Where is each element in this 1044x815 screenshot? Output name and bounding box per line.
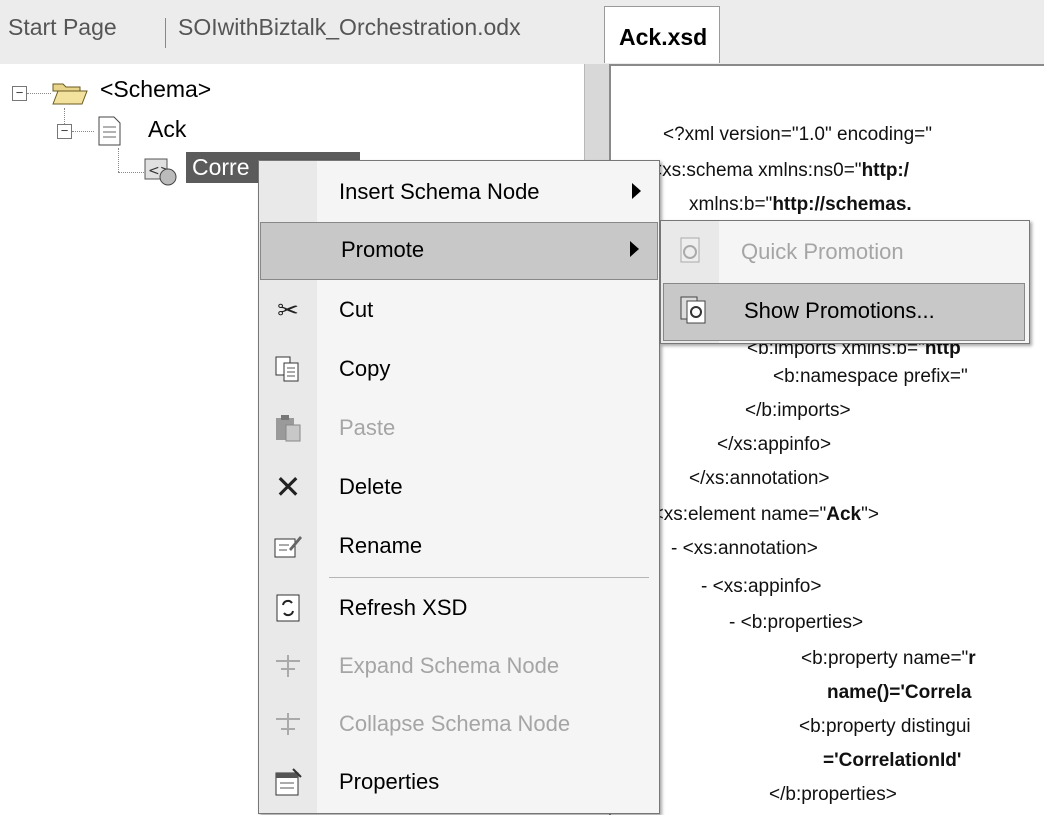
context-menu: Insert Schema Node Promote ✂ Cut Copy Pa… [258,160,660,814]
xml-line: <?xml version="1.0" encoding=" [663,124,932,145]
tree-line [118,148,119,172]
submenu-arrow-icon [630,241,639,257]
menu-item-promote[interactable]: Promote [260,222,658,280]
menu-item-show-promotions[interactable]: Show Promotions... [663,283,1025,341]
xml-line: ='CorrelationId' [823,750,962,771]
xml-line: xmlns:b="http://schemas. [689,194,912,215]
scissors-icon: ✂ [277,295,299,325]
xml-line: - <xs:appinfo> [701,576,822,597]
refresh-icon [273,593,303,623]
menu-item-quick-promotion[interactable]: Quick Promotion [661,225,1029,281]
collapse-icon[interactable]: − [12,86,27,101]
menu-item-cut[interactable]: ✂ Cut [259,283,659,339]
expand-node-icon [273,651,303,681]
menu-item-label: Delete [339,474,403,499]
promote-submenu: Quick Promotion Show Promotions... [660,220,1030,344]
menu-separator [329,577,649,578]
menu-item-collapse-schema-node[interactable]: Collapse Schema Node [259,697,659,753]
tree-node-ack[interactable]: Ack [148,116,186,143]
xml-line: </xs:annotation> [689,468,830,489]
xml-line: </b:properties> [769,784,897,805]
tab-separator [165,18,166,48]
tab-start-page[interactable]: Start Page [8,14,117,41]
xml-line: <b:property distingui [799,716,971,737]
menu-item-label: Expand Schema Node [339,653,560,678]
tab-orchestration[interactable]: SOIwithBiztalk_Orchestration.odx [178,14,521,41]
tab-ack-xsd[interactable]: Ack.xsd [604,6,721,63]
xml-line: <b:property name="r [801,648,976,669]
tree-line [27,93,51,94]
paste-icon [273,413,303,443]
tree-node-selected-label: Corre [192,154,250,180]
menu-item-label: Show Promotions... [744,298,935,323]
folder-open-icon [52,80,88,111]
tree-line [118,172,144,173]
menu-item-label: Refresh XSD [339,595,468,620]
xml-line: <xs:schema xmlns:ns0="http:/ [651,160,910,181]
xml-line: </xs:appinfo> [717,434,832,455]
menu-item-label: Rename [339,533,423,558]
menu-item-paste[interactable]: Paste [259,401,659,457]
collapse-icon[interactable]: − [57,124,72,139]
tree-line [72,131,94,132]
delete-x-icon: ✕ [274,469,302,505]
menu-item-label: Quick Promotion [741,239,904,264]
menu-item-label: Paste [339,415,396,440]
menu-item-properties[interactable]: Properties [259,755,659,811]
show-promotions-icon [678,295,708,325]
document-tab-strip: Start Page SOIwithBiztalk_Orchestration.… [0,0,1044,65]
menu-item-label: Collapse Schema Node [339,711,571,736]
menu-item-insert-schema-node[interactable]: Insert Schema Node [259,165,659,221]
copy-icon [273,354,303,384]
submenu-arrow-icon [632,183,641,199]
menu-item-copy[interactable]: Copy [259,342,659,398]
xml-line: <b:namespace prefix=" [773,366,968,387]
menu-item-label: Copy [339,356,391,381]
menu-item-label: Cut [339,297,374,322]
menu-item-delete[interactable]: ✕ Delete [259,460,659,516]
menu-item-refresh-xsd[interactable]: Refresh XSD [259,581,659,637]
xml-line: - <xs:annotation> [671,538,818,559]
quick-promotion-icon [675,236,705,266]
xml-view-pane: <?xml version="1.0" encoding=" <xs:schem… [609,64,1044,815]
properties-icon [273,767,303,797]
xml-line: - <b:properties> [729,612,864,633]
rename-icon [273,531,303,561]
menu-item-label: Promote [341,237,425,262]
tree-node-schema[interactable]: <Schema> [100,76,211,103]
menu-item-rename[interactable]: Rename [259,519,659,575]
menu-item-label: Insert Schema Node [339,179,540,204]
xml-line: - <xs:element name="Ack"> [641,504,879,525]
schema-element-icon: <> [144,157,178,192]
collapse-node-icon [273,709,303,739]
menu-item-expand-schema-node[interactable]: Expand Schema Node [259,639,659,695]
menu-item-label: Properties [339,769,440,794]
xml-line: name()='Correla [827,682,972,703]
xml-line: </b:imports> [745,400,851,421]
document-icon [96,116,122,151]
